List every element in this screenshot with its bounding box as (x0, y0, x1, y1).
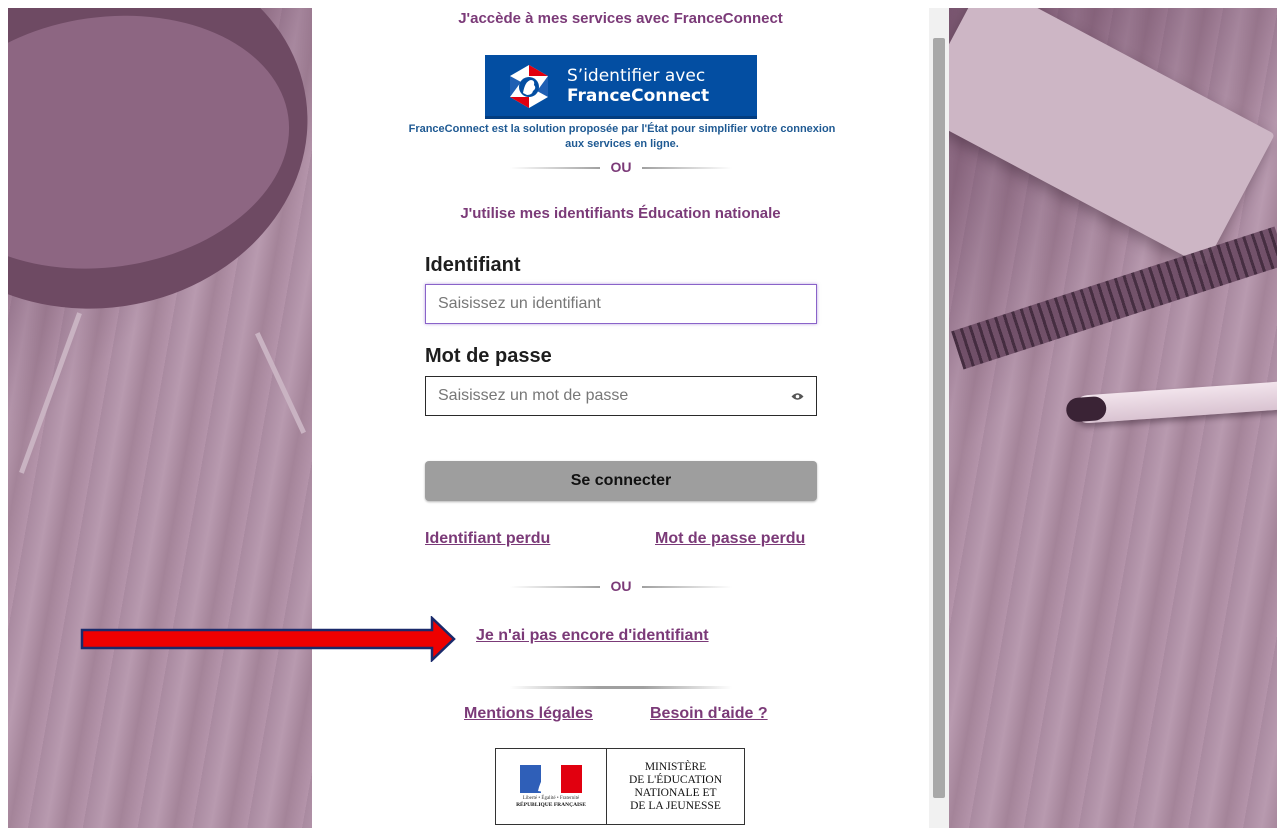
franceconnect-button-line1: S’identifier avec (567, 65, 706, 86)
table-shape (8, 8, 312, 336)
or-label: OU (610, 159, 632, 175)
republic-motto: Liberté • Égalité • Fraternité (522, 796, 580, 801)
background-photo-right (949, 8, 1277, 828)
red-arrow-icon (80, 615, 456, 667)
help-link[interactable]: Besoin d'aide ? (650, 705, 768, 723)
or-separator-bottom: OU (510, 578, 732, 594)
separator-line (510, 686, 732, 689)
scrollbar[interactable] (929, 8, 949, 828)
username-label: Identifiant (425, 254, 521, 276)
franceconnect-description: FranceConnect est la solution proposée p… (408, 123, 836, 150)
eye-icon[interactable] (790, 389, 804, 403)
education-heading: J'utilise mes identifiants Éducation nat… (460, 205, 781, 222)
password-input[interactable] (425, 376, 817, 416)
table-leg (254, 332, 307, 434)
no-account-link[interactable]: Je n'ai pas encore d'identifiant (476, 627, 709, 645)
lost-username-link[interactable]: Identifiant perdu (425, 530, 550, 548)
ministry-line: DE LA JEUNESSE (630, 799, 721, 812)
ministry-name: MINISTÈRE DE L'ÉDUCATION NATIONALE ET DE… (607, 749, 744, 824)
login-panel: J'accède à mes services avec FranceConne… (312, 0, 929, 828)
background-photo-left (8, 8, 312, 828)
or-label: OU (610, 578, 632, 594)
or-separator-top: OU (510, 159, 732, 175)
ministry-logo: Liberté • Égalité • Fraternité RÉPUBLIQU… (495, 748, 745, 825)
marianne-block: Liberté • Égalité • Fraternité RÉPUBLIQU… (496, 749, 607, 824)
pen-shape (1073, 380, 1277, 424)
lost-password-link[interactable]: Mot de passe perdu (655, 530, 805, 548)
scrollbar-thumb[interactable] (933, 38, 945, 798)
ministry-line: DE L'ÉDUCATION (628, 773, 723, 786)
password-label: Mot de passe (425, 345, 552, 367)
login-button[interactable]: Se connecter (425, 461, 817, 501)
franceconnect-button[interactable]: S’identifier avec FranceConnect (485, 55, 757, 119)
ministry-line: NATIONALE ET (634, 786, 717, 799)
ministry-line: MINISTÈRE (644, 760, 707, 773)
ruler-shape (951, 226, 1277, 370)
franceconnect-logo-icon (507, 63, 551, 109)
marianne-flag-icon (520, 765, 582, 793)
username-input[interactable] (425, 284, 817, 324)
table-leg (19, 312, 82, 474)
board-shape (949, 8, 1275, 267)
franceconnect-heading: J'accède à mes services avec FranceConne… (458, 10, 783, 27)
legal-notice-link[interactable]: Mentions légales (464, 705, 593, 723)
franceconnect-button-line2: FranceConnect (567, 85, 710, 106)
republic-name: RÉPUBLIQUE FRANÇAISE (516, 802, 586, 808)
